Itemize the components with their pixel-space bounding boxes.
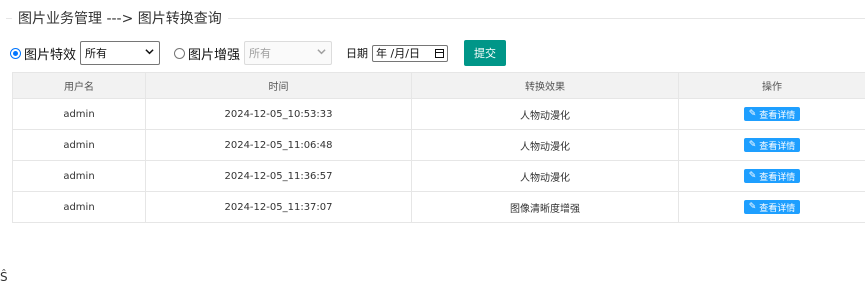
submit-button[interactable]: 提交	[464, 40, 507, 66]
effect-radio-label[interactable]: 图片特效	[24, 44, 76, 63]
page: 图片业务管理 ---> 图片转换查询 图片特效 所有 图片增强 所有 日期 年 …	[0, 0, 865, 301]
table-row: admin 2024-12-05_10:53:33 人物动漫化 ✎ 查看详情	[12, 98, 865, 130]
edit-icon: ✎	[748, 140, 757, 150]
view-details-button[interactable]: ✎ 查看详情	[743, 200, 801, 214]
view-details-button[interactable]: ✎ 查看详情	[743, 138, 801, 152]
cell-action: ✎ 查看详情	[678, 129, 865, 161]
chevron-down-icon	[317, 47, 326, 59]
column-header-action: 操作	[678, 72, 865, 99]
cell-action: ✎ 查看详情	[678, 191, 865, 223]
enhance-select-value: 所有	[249, 47, 272, 60]
cell-action: ✎ 查看详情	[678, 98, 865, 130]
cell-effect: 图像清晰度增强	[411, 191, 679, 223]
table-row: admin 2024-12-05_11:06:48 人物动漫化 ✎ 查看详情	[12, 129, 865, 161]
table-row: admin 2024-12-05_11:36:57 人物动漫化 ✎ 查看详情	[12, 160, 865, 192]
view-details-button[interactable]: ✎ 查看详情	[743, 107, 801, 121]
date-label: 日期	[346, 47, 369, 60]
table-row: admin 2024-12-05_11:37:07 图像清晰度增强 ✎ 查看详情	[12, 191, 865, 223]
enhance-radio-option[interactable]: 图片增强	[174, 44, 244, 63]
edit-icon: ✎	[748, 171, 757, 181]
cell-action: ✎ 查看详情	[678, 160, 865, 192]
chevron-down-icon	[145, 47, 154, 59]
effect-select[interactable]: 所有	[80, 41, 161, 65]
view-details-label: 查看详情	[759, 141, 796, 152]
page-header: 图片业务管理 ---> 图片转换查询	[0, 0, 865, 34]
view-details-button[interactable]: ✎ 查看详情	[743, 169, 801, 183]
date-placeholder: 年 /月/日	[376, 47, 420, 60]
filter-bar: 图片特效 所有 图片增强 所有 日期 年 /月/日 提交	[10, 40, 507, 66]
column-header-user: 用户名	[12, 72, 146, 99]
cell-effect: 人物动漫化	[411, 98, 679, 130]
effect-radio-option[interactable]: 图片特效	[10, 44, 80, 63]
enhance-select[interactable]: 所有	[244, 41, 333, 65]
cell-time: 2024-12-05_11:37:07	[145, 191, 412, 223]
date-input[interactable]: 年 /月/日	[372, 44, 449, 62]
view-details-label: 查看详情	[759, 203, 796, 214]
breadcrumb: 图片业务管理 ---> 图片转换查询	[12, 8, 228, 28]
cell-effect: 人物动漫化	[411, 129, 679, 161]
column-header-effect: 转换效果	[411, 72, 679, 99]
cell-user: admin	[12, 129, 146, 161]
cell-user: admin	[12, 160, 146, 192]
column-header-time: 时间	[145, 72, 412, 99]
radio-icon[interactable]	[10, 47, 21, 59]
cell-time: 2024-12-05_10:53:33	[145, 98, 412, 130]
edit-icon: ✎	[748, 202, 757, 212]
enhance-radio-label[interactable]: 图片增强	[188, 44, 240, 63]
effect-select-value: 所有	[85, 47, 108, 60]
view-details-label: 查看详情	[759, 172, 796, 183]
table-header-row: 用户名 时间 转换效果 操作	[12, 72, 865, 99]
cell-user: admin	[12, 191, 146, 223]
edit-icon: ✎	[748, 109, 757, 119]
cell-time: 2024-12-05_11:06:48	[145, 129, 412, 161]
radio-icon[interactable]	[174, 47, 186, 59]
view-details-label: 查看详情	[759, 110, 796, 121]
calendar-icon[interactable]	[435, 48, 445, 58]
conversion-table: 用户名 时间 转换效果 操作 admin 2024-12-05_10:53:33…	[12, 72, 865, 223]
cell-user: admin	[12, 98, 146, 130]
cell-time: 2024-12-05_11:36:57	[145, 160, 412, 192]
cell-effect: 人物动漫化	[411, 160, 679, 192]
stray-glyph: Ŝ	[0, 270, 8, 284]
